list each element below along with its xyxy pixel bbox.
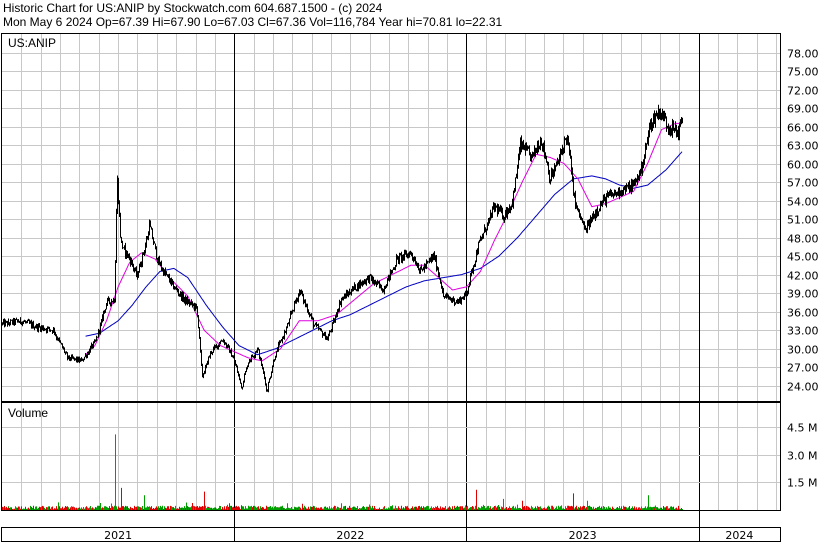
- symbol-label: US:ANIP: [8, 36, 56, 50]
- price-tick-label: 33.00: [787, 325, 819, 338]
- price-tick-label: 75.00: [787, 66, 819, 79]
- price-tick-label: 39.00: [787, 288, 819, 301]
- volume-tick-label: 1.5 M: [787, 477, 817, 490]
- price-tick-label: 48.00: [787, 233, 819, 246]
- year-label: 2021: [104, 529, 132, 542]
- price-tick-label: 66.00: [787, 122, 819, 135]
- volume-tick-label: 4.5 M: [787, 422, 817, 435]
- price-tick-label: 78.00: [787, 48, 819, 61]
- volume-label: Volume: [8, 406, 48, 420]
- price-tick-label: 57.00: [787, 177, 819, 190]
- price-tick-label: 72.00: [787, 85, 819, 98]
- price-tick-label: 24.00: [787, 381, 819, 394]
- volume-axis: 1.5 M 3.0 M 4.5 M: [787, 422, 817, 490]
- price-tick-label: 51.00: [787, 214, 819, 227]
- price-axis: 24.00 27.00 30.00 33.00 36.00 39.00 42.00 45.00…: [787, 48, 819, 394]
- year-label: 2022: [336, 529, 364, 542]
- price-tick-label: 27.00: [787, 362, 819, 375]
- year-label: 2023: [569, 529, 597, 542]
- volume-tick-label: 3.0 M: [787, 450, 817, 463]
- year-label: 2024: [725, 529, 753, 542]
- price-tick-label: 42.00: [787, 270, 819, 283]
- price-tick-label: 45.00: [787, 251, 819, 264]
- price-tick-label: 30.00: [787, 344, 819, 357]
- price-tick-label: 63.00: [787, 140, 819, 153]
- price-tick-label: 36.00: [787, 307, 819, 320]
- price-tick-label: 60.00: [787, 159, 819, 172]
- price-tick-label: 69.00: [787, 103, 819, 116]
- stock-chart: 24.00 27.00 30.00 33.00 36.00 39.00 42.00 45.00…: [1, 33, 819, 542]
- price-tick-label: 54.00: [787, 196, 819, 209]
